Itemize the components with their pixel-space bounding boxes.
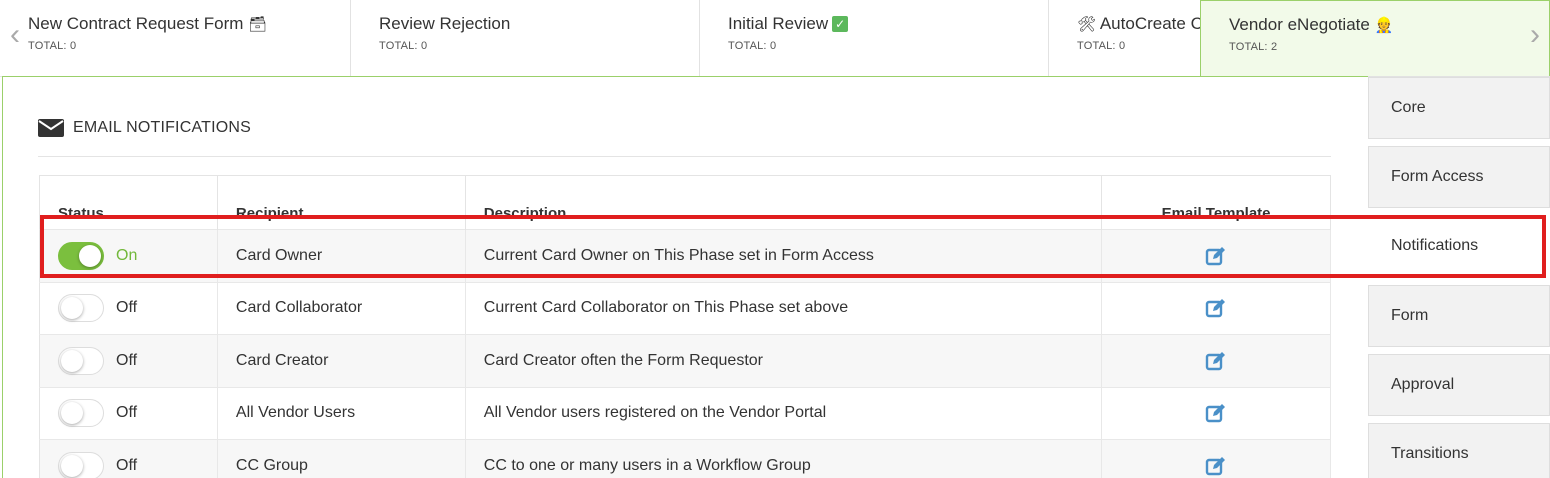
toggle-knob — [61, 297, 83, 320]
side-tab-transitions[interactable]: Transitions — [1368, 423, 1550, 478]
side-tab-form-access[interactable]: Form Access — [1368, 146, 1550, 208]
envelope-icon — [38, 119, 64, 137]
phase-tab-autocreate[interactable]: 🛠 AutoCreate C TOTAL: 0 — [1049, 0, 1201, 76]
template-cell — [1101, 334, 1331, 387]
recipient-cell: Card Creator — [217, 334, 466, 387]
edit-icon[interactable] — [1205, 350, 1227, 372]
toggle-label: Off — [116, 299, 138, 317]
construction-worker-icon: 👷 — [1374, 17, 1394, 34]
section-header: EMAIL NOTIFICATIONS — [38, 115, 251, 141]
toggle-label: On — [116, 246, 138, 264]
phase-name-text: AutoCreate C — [1099, 14, 1201, 33]
phase-name-text: New Contract Request Form — [28, 14, 244, 33]
toggle-knob — [79, 244, 101, 267]
description-cell: Current Card Owner on This Phase set in … — [465, 229, 1103, 282]
status-cell: On — [39, 229, 218, 282]
status-cell: Off — [39, 386, 218, 440]
phase-total: TOTAL: 0 — [379, 40, 428, 52]
table-row: Off Card Creator Card Creator often the … — [39, 334, 1331, 387]
description-cell: All Vendor users registered on the Vendo… — [465, 386, 1103, 440]
template-cell — [1101, 439, 1331, 478]
check-mark-icon: ✓ — [832, 16, 849, 32]
template-cell — [1101, 386, 1331, 440]
toggle-label: Off — [116, 456, 138, 474]
recipient-cell: CC Group — [217, 439, 466, 478]
phase-tab-vendor-enegotiate[interactable]: Vendor eNegotiate 👷 TOTAL: 2 — [1200, 0, 1550, 76]
toggle-knob — [61, 349, 83, 372]
toggle-label: Off — [116, 351, 138, 369]
tools-icon: 🛠 — [1077, 16, 1097, 33]
toggle-switch[interactable] — [58, 346, 104, 375]
side-tab-core[interactable]: Core — [1368, 77, 1550, 139]
status-cell: Off — [39, 281, 218, 335]
table-row: On Card Owner Current Card Owner on This… — [39, 229, 1331, 282]
chevron-right-icon[interactable]: › — [1522, 18, 1548, 54]
inbox-tray-icon: 🗃 — [248, 16, 268, 33]
description-cell: Card Creator often the Form Requestor — [465, 334, 1103, 387]
toggle-switch[interactable] — [58, 241, 104, 270]
recipient-cell: Card Collaborator — [217, 281, 466, 335]
recipient-cell: All Vendor Users — [217, 386, 466, 440]
phase-total: TOTAL: 0 — [28, 40, 77, 52]
phase-name: Review Rejection — [379, 14, 511, 33]
phase-name: Initial Review ✓ — [728, 14, 1048, 34]
phase-name-text: Vendor eNegotiate — [1229, 15, 1370, 34]
phase-tab-review-rejection[interactable]: Review Rejection TOTAL: 0 — [351, 0, 700, 76]
side-tab-form[interactable]: Form — [1368, 285, 1550, 347]
table-row: Off All Vendor Users All Vendor users re… — [39, 386, 1331, 440]
table-header-row: Status Recipient Description Email Templ… — [39, 175, 1331, 230]
description-cell: Current Card Collaborator on This Phase … — [465, 281, 1103, 335]
section-title: EMAIL NOTIFICATIONS — [73, 119, 252, 136]
toggle-switch[interactable] — [58, 399, 104, 428]
phase-name-text: Initial Review — [728, 14, 829, 33]
divider — [38, 156, 1331, 157]
phase-tab-new-contract-request-form[interactable]: New Contract Request Form 🗃 TOTAL: 0 — [0, 0, 351, 76]
toggle-label: Off — [116, 404, 138, 422]
toggle-knob — [61, 454, 83, 477]
toggle-knob — [61, 402, 83, 425]
status-toggle[interactable]: Off — [58, 451, 199, 478]
phase-name: 🛠 AutoCreate C — [1077, 14, 1200, 34]
side-tab-approval[interactable]: Approval — [1368, 354, 1550, 416]
toggle-switch[interactable] — [58, 294, 104, 323]
edit-icon[interactable] — [1205, 297, 1227, 319]
column-header-recipient: Recipient — [217, 175, 466, 230]
notifications-table: Status Recipient Description Email Templ… — [39, 175, 1331, 478]
status-toggle[interactable]: Off — [58, 346, 199, 375]
side-tab-notifications[interactable]: Notifications — [1368, 215, 1550, 277]
template-cell — [1101, 229, 1331, 282]
phase-name: New Contract Request Form 🗃 — [28, 14, 350, 34]
phase-total: TOTAL: 0 — [1077, 40, 1126, 52]
edit-icon[interactable] — [1205, 245, 1227, 267]
column-header-description: Description — [465, 175, 1103, 230]
chevron-left-icon[interactable]: ‹ — [2, 18, 28, 54]
phase-name: Vendor eNegotiate 👷 — [1229, 15, 1549, 35]
edit-icon[interactable] — [1205, 455, 1227, 477]
column-header-status: Status — [39, 175, 218, 230]
phase-tabs-strip: New Contract Request Form 🗃 TOTAL: 0 Rev… — [0, 0, 1550, 77]
template-cell — [1101, 281, 1331, 335]
table-row: Off CC Group CC to one or many users in … — [39, 439, 1331, 478]
status-toggle[interactable]: On — [58, 241, 199, 270]
table-row: Off Card Collaborator Current Card Colla… — [39, 281, 1331, 335]
toggle-switch[interactable] — [58, 451, 104, 478]
recipient-cell: Card Owner — [217, 229, 466, 282]
column-header-email-template: Email Template — [1101, 175, 1331, 230]
phase-total: TOTAL: 0 — [728, 40, 777, 52]
description-cell: CC to one or many users in a Workflow Gr… — [465, 439, 1103, 478]
phase-tab-initial-review[interactable]: Initial Review ✓ TOTAL: 0 — [700, 0, 1049, 76]
status-cell: Off — [39, 439, 218, 478]
status-cell: Off — [39, 334, 218, 387]
edit-icon[interactable] — [1205, 402, 1227, 424]
status-toggle[interactable]: Off — [58, 294, 199, 323]
phase-total: TOTAL: 2 — [1229, 41, 1278, 53]
status-toggle[interactable]: Off — [58, 399, 199, 428]
